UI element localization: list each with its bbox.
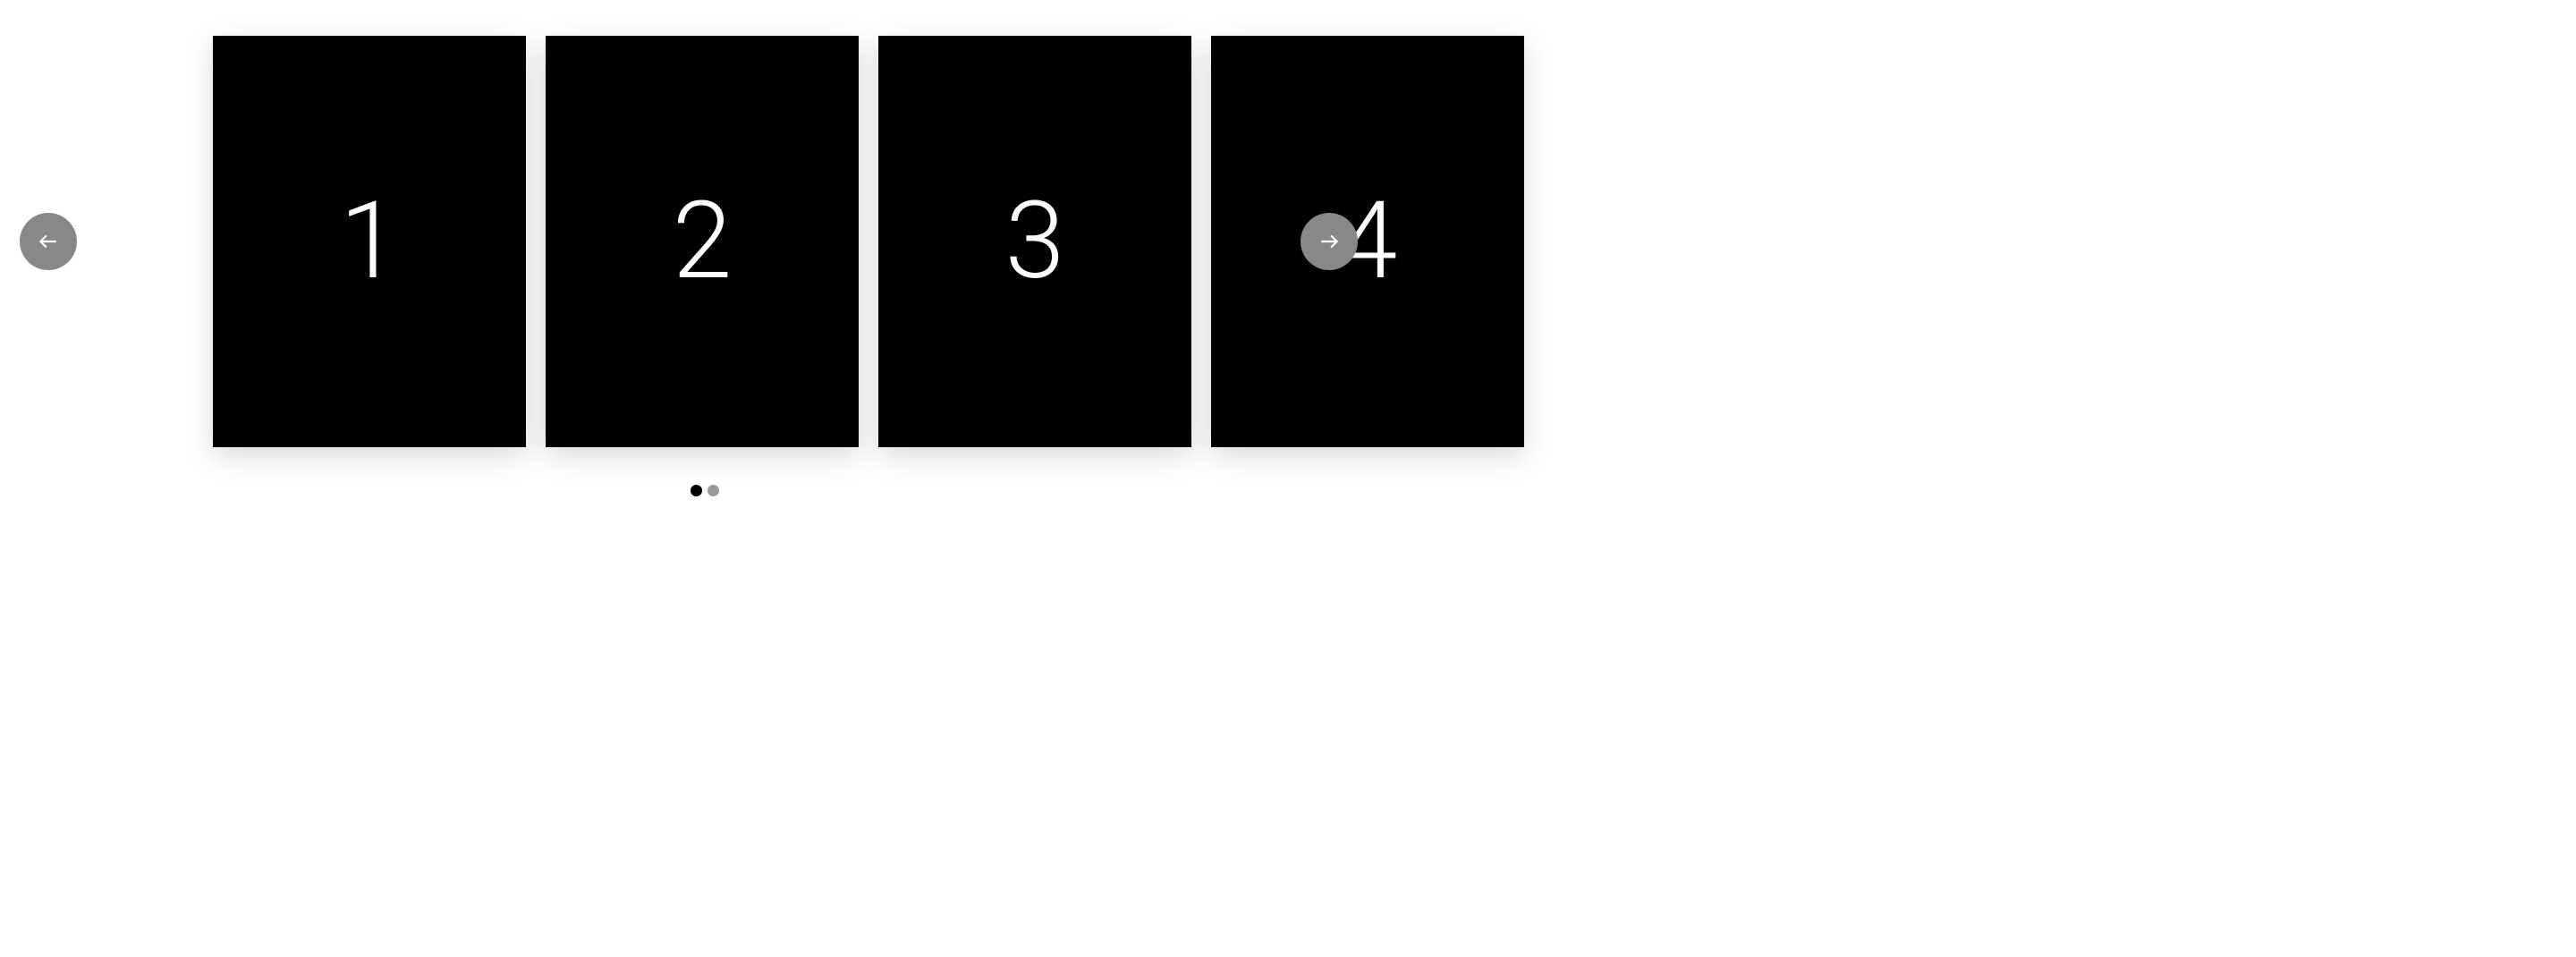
- carousel-card[interactable]: 3: [878, 36, 1191, 447]
- next-button[interactable]: [1301, 213, 1358, 270]
- carousel: 1 2 3 4: [0, 0, 2576, 957]
- carousel-card[interactable]: 1: [213, 36, 526, 447]
- carousel-card[interactable]: 2: [546, 36, 859, 447]
- previous-button[interactable]: [20, 213, 77, 270]
- arrow-left-icon: [37, 230, 60, 253]
- card-number: 2: [673, 188, 733, 295]
- carousel-card[interactable]: 4: [1211, 36, 1524, 447]
- pagination: [691, 485, 719, 496]
- pagination-dot-active[interactable]: [691, 485, 702, 496]
- card-number: 3: [1005, 188, 1065, 295]
- pagination-dot-inactive[interactable]: [708, 485, 719, 496]
- arrow-right-icon: [1318, 230, 1341, 253]
- card-number: 1: [340, 188, 400, 295]
